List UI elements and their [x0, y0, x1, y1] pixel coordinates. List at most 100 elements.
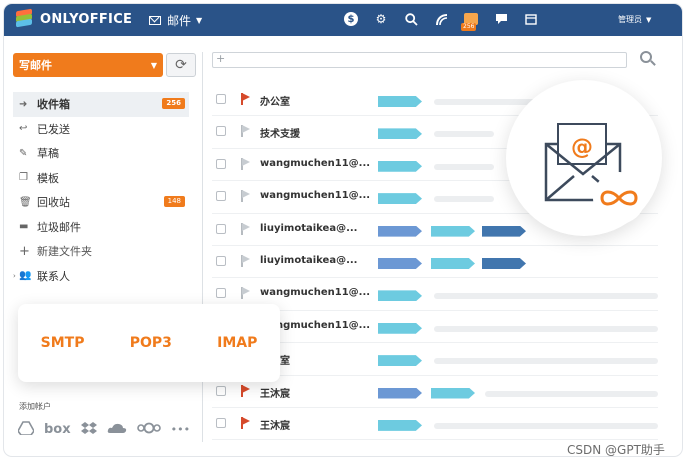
row-checkbox[interactable] [216, 223, 226, 234]
dropbox-icon[interactable] [80, 421, 97, 438]
folder-trash[interactable]: 🗑 回收站 148 [13, 190, 189, 215]
sender-name: 办公室 [260, 97, 290, 108]
reply-icon: ↩ [19, 123, 28, 135]
message-preview-placeholder [434, 358, 658, 365]
search-icon[interactable] [404, 12, 418, 26]
chat-icon[interactable] [494, 12, 508, 26]
flag-icon[interactable] [240, 384, 252, 397]
contacts-item[interactable]: › 👥 联系人 [13, 264, 189, 289]
flag-icon[interactable] [240, 93, 252, 105]
message-tag[interactable] [431, 257, 475, 269]
folder-label: 草稿 [37, 147, 59, 161]
message-tag[interactable] [378, 193, 422, 205]
message-tag[interactable] [378, 257, 422, 269]
google-drive-icon[interactable] [17, 421, 35, 438]
protocol-label: IMAP [217, 335, 258, 351]
onedrive-icon[interactable] [107, 422, 127, 437]
row-checkbox[interactable] [216, 94, 226, 104]
protocols-card: SMTP POP3 IMAP [18, 304, 280, 382]
more-icon[interactable]: ••• [171, 423, 190, 436]
flag-icon[interactable] [240, 416, 252, 429]
sender-name: wangmuchen11@... [260, 157, 371, 169]
search-input[interactable]: + [212, 52, 627, 68]
message-row[interactable]: wangmuchen11@... [212, 278, 658, 311]
folder-inbox[interactable]: ➜ 收件箱 256 [13, 92, 189, 117]
message-tag[interactable] [378, 225, 422, 237]
trash-icon: 🗑 [19, 196, 32, 208]
message-preview-placeholder [434, 131, 494, 138]
message-row[interactable]: 王沐宸 [212, 408, 658, 441]
sidebar-divider [202, 52, 203, 442]
chevron-right-icon[interactable]: › [13, 272, 16, 280]
refresh-icon: ⟳ [175, 57, 187, 73]
settings-gear-icon[interactable]: ⚙ [374, 12, 388, 26]
message-tag[interactable] [431, 225, 475, 237]
calendar-icon[interactable] [524, 12, 538, 26]
payments-icon[interactable]: $ [344, 12, 358, 26]
flag-icon[interactable] [240, 287, 252, 300]
logo[interactable]: ONLYOFFICE [14, 8, 132, 28]
flag-icon[interactable] [240, 125, 252, 138]
row-checkbox[interactable] [216, 288, 226, 299]
flag-icon[interactable] [240, 157, 252, 170]
new-folder-button[interactable]: + 新建文件夹 [13, 239, 189, 264]
message-row[interactable]: liuyimotaikea@... [212, 246, 658, 279]
message-preview-placeholder [434, 325, 658, 332]
row-checkbox[interactable] [216, 417, 226, 428]
module-label: 邮件 [167, 14, 192, 28]
protocol-label: POP3 [129, 335, 172, 351]
message-tag[interactable] [378, 355, 422, 367]
protocol-label: SMTP [40, 335, 85, 351]
feed-icon[interactable] [434, 12, 448, 26]
message-preview-placeholder [434, 293, 658, 300]
message-tag[interactable] [431, 387, 475, 399]
nextcloud-icon[interactable] [136, 422, 161, 437]
message-tag[interactable] [378, 160, 422, 172]
row-checkbox[interactable] [216, 255, 226, 266]
module-switcher[interactable]: 邮件 ▼ [149, 12, 202, 29]
message-tag[interactable] [378, 387, 422, 399]
message-preview-placeholder [485, 390, 658, 397]
top-icons: $ ⚙ [344, 12, 538, 26]
refresh-button[interactable]: ⟳ [166, 53, 196, 77]
draft-edit-icon: ✎ [19, 147, 28, 159]
box-icon[interactable]: box [44, 422, 71, 437]
trash-count: 148 [163, 196, 185, 207]
search-button[interactable] [640, 51, 656, 67]
contacts-label: 联系人 [37, 269, 70, 283]
sender-name: liuyimotaikea@... [260, 254, 358, 266]
new-folder-label: 新建文件夹 [37, 245, 92, 259]
compose-button[interactable]: 写邮件 ▼ [13, 53, 163, 77]
flag-icon[interactable] [240, 190, 252, 203]
folder-icon: ▬ [19, 221, 29, 233]
row-checkbox[interactable] [216, 126, 226, 137]
contacts-icon: 👥 [19, 270, 32, 282]
flag-icon[interactable] [240, 254, 252, 267]
folder-spam[interactable]: ▬ 垃圾邮件 [13, 215, 189, 240]
message-tag[interactable] [378, 419, 422, 431]
chevron-down-icon: ▼ [196, 16, 203, 25]
message-tag[interactable] [378, 96, 422, 107]
filter-plus-icon[interactable]: + [216, 52, 225, 65]
folder-label: 模板 [37, 171, 59, 185]
folder-templates[interactable]: ❐ 模板 [13, 166, 189, 191]
message-tag[interactable] [482, 257, 526, 269]
watermark: CSDN @GPT助手 [567, 443, 665, 456]
user-menu[interactable]: 管理员 ▼ [618, 14, 651, 25]
message-tag[interactable] [378, 290, 422, 302]
row-checkbox[interactable] [216, 385, 226, 396]
message-tag[interactable] [378, 322, 422, 334]
folder-sent[interactable]: ↩ 已发送 [13, 117, 189, 142]
message-row[interactable]: 王沐宸 [212, 376, 658, 408]
folder-drafts[interactable]: ✎ 草稿 [13, 141, 189, 166]
sender-name: 王沐宸 [260, 420, 290, 432]
message-tag[interactable] [378, 128, 422, 140]
flag-icon[interactable] [240, 222, 252, 235]
template-icon: ❐ [19, 172, 28, 184]
mail-icon [149, 16, 161, 25]
chevron-down-icon[interactable]: ▼ [151, 61, 157, 70]
row-checkbox[interactable] [216, 158, 226, 169]
folder-label: 已发送 [37, 122, 70, 136]
chevron-down-icon: ▼ [646, 15, 652, 24]
row-checkbox[interactable] [216, 191, 226, 202]
